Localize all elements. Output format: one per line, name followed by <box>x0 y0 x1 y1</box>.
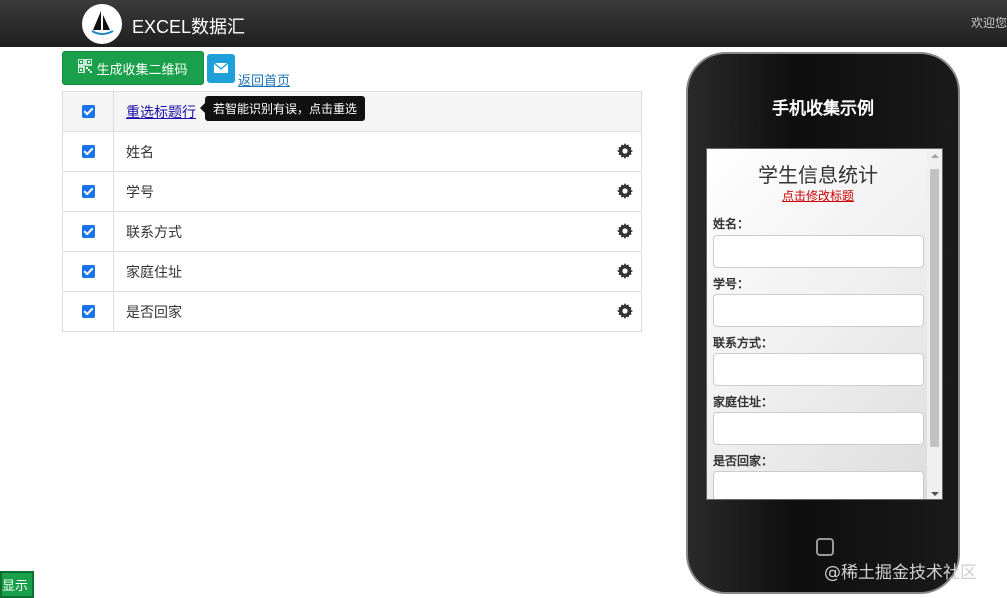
form-title: 学生信息统计 <box>758 163 878 187</box>
field-name: 家庭住址 <box>126 264 182 281</box>
phone-home-button-icon <box>816 538 834 556</box>
envelope-icon <box>213 61 229 77</box>
reselect-tooltip: 若智能识别有误，点击重选 <box>199 96 366 121</box>
back-home-link[interactable]: 返回首页 <box>238 70 290 89</box>
row-checkbox[interactable] <box>81 265 95 278</box>
gear-icon[interactable] <box>617 263 633 279</box>
field-name: 学号 <box>126 184 154 201</box>
field-name: 姓名 <box>126 144 154 161</box>
form-field-label: 姓名： <box>713 217 750 231</box>
logo-icon <box>82 4 122 44</box>
gear-icon[interactable] <box>617 303 633 319</box>
preview-form: 学生信息统计 点击修改标题 姓名： 学号： 联系方式： 家庭住址： 是否回家： <box>707 149 929 499</box>
table-row: 姓名 <box>62 131 642 172</box>
form-field-input[interactable] <box>713 294 924 327</box>
field-name: 联系方式 <box>126 224 182 241</box>
phone-title: 手机收集示例 <box>772 99 874 119</box>
form-field-label: 是否回家： <box>713 454 774 468</box>
row-checkbox[interactable] <box>81 225 95 238</box>
field-name: 是否回家 <box>126 304 182 321</box>
phone-preview: 手机收集示例 学生信息统计 点击修改标题 姓名： 学号： 联系方式： 家庭住址：… <box>686 52 960 594</box>
table-header-row: 重选标题行 若智能识别有误，点击重选 <box>62 91 642 132</box>
reselect-header-link[interactable]: 重选标题行 <box>126 105 196 121</box>
scroll-down-arrow-icon[interactable] <box>931 492 939 496</box>
form-field-label: 学号： <box>713 277 750 291</box>
form-field-input[interactable] <box>713 412 924 445</box>
row-checkbox[interactable] <box>81 185 95 198</box>
form-field-input[interactable] <box>713 471 924 499</box>
gear-icon[interactable] <box>617 143 633 159</box>
welcome-text: 欢迎您 <box>970 16 1007 30</box>
generate-qr-label: 生成收集二维码 <box>96 62 188 78</box>
row-checkbox[interactable] <box>81 145 95 158</box>
scroll-thumb[interactable] <box>930 169 939 447</box>
email-button[interactable] <box>207 54 235 83</box>
form-field-input[interactable] <box>713 353 924 386</box>
gear-icon[interactable] <box>617 223 633 239</box>
watermark: @稀土掘金技术社区 <box>824 563 977 583</box>
table-row: 学号 <box>62 171 642 212</box>
select-all-checkbox[interactable] <box>81 105 95 118</box>
table-row: 家庭住址 <box>62 251 642 292</box>
table-row: 联系方式 <box>62 211 642 252</box>
scroll-up-arrow-icon[interactable] <box>931 154 939 158</box>
generate-qr-button[interactable]: 生成收集二维码 <box>62 51 204 85</box>
row-checkbox[interactable] <box>81 305 95 318</box>
form-field-input[interactable] <box>713 235 924 268</box>
field-table: 重选标题行 若智能识别有误，点击重选 姓名 学号 联系方式 家庭住址 是否回家 <box>62 91 642 332</box>
edit-title-link[interactable]: 点击修改标题 <box>707 187 929 204</box>
qr-code-icon <box>77 58 94 77</box>
top-navbar: EXCEL数据汇 欢迎您 <box>0 0 1007 47</box>
form-field-label: 家庭住址： <box>713 395 774 409</box>
table-row: 是否回家 <box>62 291 642 332</box>
brand-title: EXCEL数据汇 <box>132 17 246 37</box>
phone-screen: 学生信息统计 点击修改标题 姓名： 学号： 联系方式： 家庭住址： 是否回家： <box>706 148 943 500</box>
gear-icon[interactable] <box>617 183 633 199</box>
show-button[interactable]: 显示 <box>0 571 34 598</box>
form-scrollbar[interactable] <box>927 149 942 499</box>
form-field-label: 联系方式： <box>713 336 774 350</box>
